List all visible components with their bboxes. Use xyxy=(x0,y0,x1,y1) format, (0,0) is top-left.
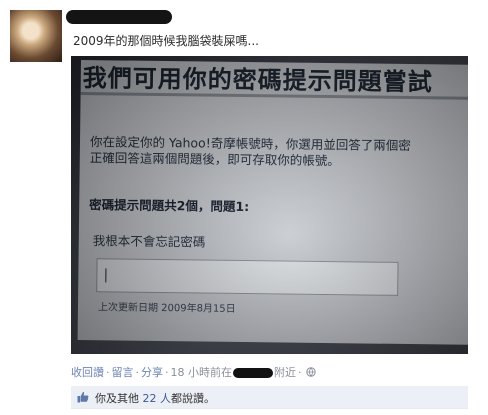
photo-title: 我們可用你的密碼提示問題嘗試 xyxy=(82,63,433,97)
photo-input-caret xyxy=(105,268,107,283)
photo-answer-input xyxy=(96,258,399,296)
comment-link[interactable]: 留言 xyxy=(112,366,134,379)
separator: · xyxy=(106,366,110,379)
likes-summary: 你及其他 22 人都說讚。 xyxy=(95,390,215,406)
post-actions: 收回讚 · 留言 · 分享 · 18 小時前在 附近 · xyxy=(71,364,316,380)
likes-bar: 你及其他 22 人都說讚。 xyxy=(71,386,468,409)
unlike-link[interactable]: 收回讚 xyxy=(71,366,104,379)
separator: · xyxy=(165,366,169,379)
location-redacted xyxy=(233,368,273,378)
timestamp-link[interactable]: 18 小時前在 xyxy=(171,366,233,379)
likes-suffix: 都說讚。 xyxy=(171,392,215,405)
photo-description-line-2: 正確回答這兩個問題後，即可存取你的帳號。 xyxy=(89,150,340,169)
thumbs-up-icon xyxy=(77,391,89,403)
likes-count-link[interactable]: 22 人 xyxy=(143,392,172,405)
photo-question-heading: 密碼提示問題共2個，問題1: xyxy=(89,197,250,215)
share-link[interactable]: 分享 xyxy=(141,366,163,379)
nearby-text: 附近 xyxy=(274,366,296,379)
post-photo[interactable]: 我們可用你的密碼提示問題嘗試 你在設定你的 Yahoo!奇摩帳號時，你選用並回答… xyxy=(71,56,468,354)
photo-screen: 我們可用你的密碼提示問題嘗試 你在設定你的 Yahoo!奇摩帳號時，你選用並回答… xyxy=(77,60,468,345)
globe-icon[interactable] xyxy=(305,367,316,377)
post-text: 2009年的那個時候我腦袋裝屎嗎... xyxy=(73,34,259,48)
separator: · xyxy=(298,366,302,379)
photo-description: 你在設定你的 Yahoo!奇摩帳號時，你選用並回答了兩個密 正確回答這兩個問題後… xyxy=(90,134,468,171)
avatar-image xyxy=(10,10,62,62)
photo-question: 我根本不會忘記密碼 xyxy=(92,233,206,250)
avatar[interactable] xyxy=(10,10,62,62)
photo-last-updated: 上次更新日期 2009年8月15日 xyxy=(97,302,236,315)
likes-prefix: 你及其他 xyxy=(95,392,139,405)
separator: · xyxy=(135,366,140,379)
author-name-redacted xyxy=(66,10,172,24)
